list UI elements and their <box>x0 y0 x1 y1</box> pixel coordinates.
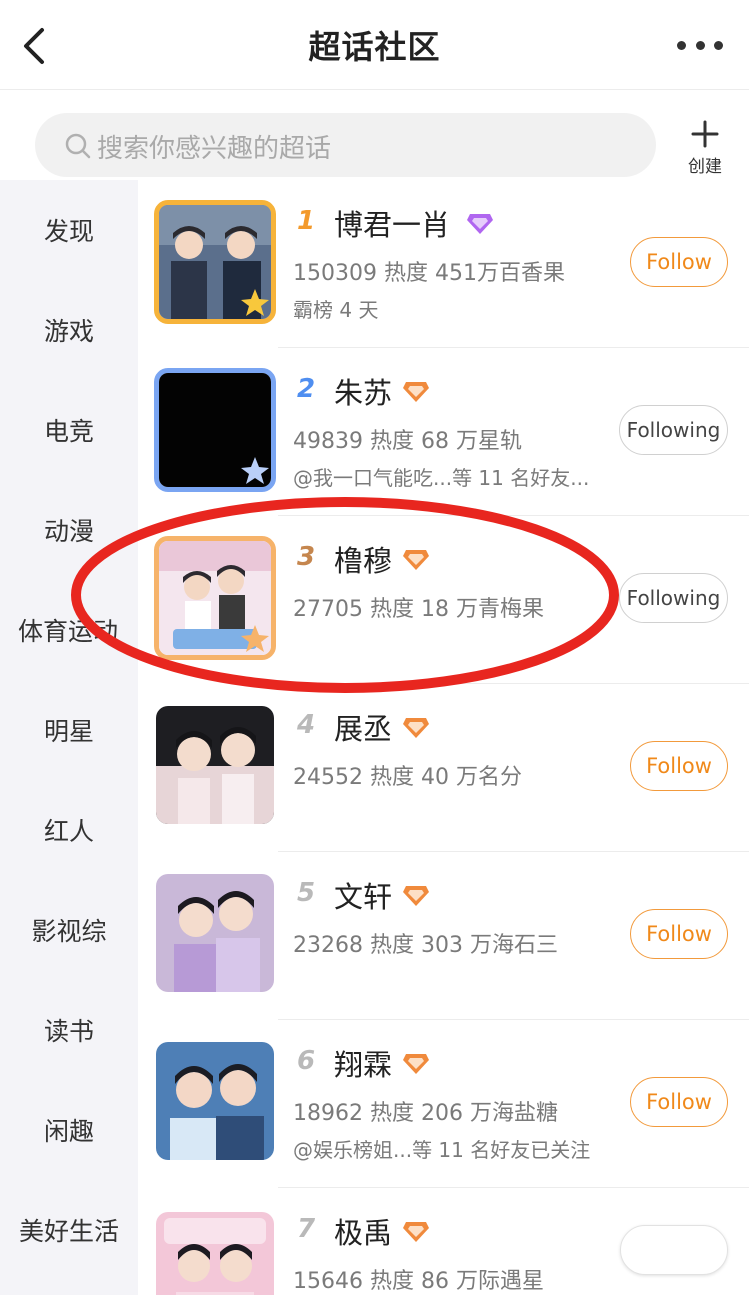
rank-number: 6 <box>296 1046 316 1076</box>
supertopic-list: 1 博君一肖 150309 热度 451万百香果 霸榜 4 天 Follow 2… <box>138 180 749 1295</box>
rank-number: 4 <box>296 710 316 740</box>
topic-stats: 150309 热度 451万百香果 <box>293 261 565 286</box>
list-item[interactable]: 1 博君一肖 150309 热度 451万百香果 霸榜 4 天 Follow <box>138 180 749 348</box>
topic-subtext: @娱乐榜姐...等 11 名好友已关注 <box>293 1138 591 1162</box>
topic-avatar <box>154 368 276 492</box>
topic-stats: 23268 热度 303 万海石三 <box>293 933 558 958</box>
sidebar-item-lifestyle[interactable]: 美好生活 <box>0 1180 138 1280</box>
list-item[interactable]: 6 翔霖 18962 热度 206 万海盐糖 @娱乐榜姐...等 11 名好友已… <box>138 1020 749 1188</box>
following-button[interactable]: Following <box>619 405 728 455</box>
topic-avatar <box>156 1212 274 1295</box>
sidebar-item-esports[interactable]: 电竞 <box>0 380 138 480</box>
following-button[interactable]: Following <box>619 573 728 623</box>
topic-name: 橹穆 <box>334 544 393 578</box>
rank-number: 5 <box>296 878 316 908</box>
page-title: 超话社区 <box>308 28 441 66</box>
topic-subtext: @我一口气能吃...等 11 名好友... <box>293 466 590 490</box>
follow-button[interactable]: Follow <box>630 1077 728 1127</box>
diamond-badge-icon <box>403 1054 429 1074</box>
diamond-badge-icon <box>403 382 429 402</box>
topic-stats: 18962 热度 206 万海盐糖 <box>293 1101 558 1126</box>
category-sidebar: 发现 游戏 电竞 动漫 体育运动 明星 红人 影视综 读书 闲趣 美好生活 <box>0 180 138 1295</box>
list-item[interactable]: 7 极禹 15646 热度 86 万际遇星 <box>138 1188 749 1295</box>
diamond-badge-icon <box>403 886 429 906</box>
search-input[interactable]: 搜索你感兴趣的超话 <box>35 113 656 177</box>
follow-button[interactable]: Follow <box>630 909 728 959</box>
diamond-badge-icon <box>467 214 493 234</box>
list-item[interactable]: 5 文轩 23268 热度 303 万海石三 Follow <box>138 852 749 1020</box>
create-label: 创建 <box>688 157 722 177</box>
topic-stats: 24552 热度 40 万名分 <box>293 765 522 790</box>
diamond-badge-icon <box>403 718 429 738</box>
sidebar-item-sports[interactable]: 体育运动 <box>0 580 138 680</box>
following-button[interactable] <box>620 1225 728 1275</box>
sidebar-item-film-tv[interactable]: 影视综 <box>0 880 138 980</box>
create-button[interactable]: 创建 <box>682 118 728 177</box>
list-item[interactable]: 3 橹穆 27705 热度 18 万青梅果 Following <box>138 516 749 684</box>
sidebar-item-influencers[interactable]: 红人 <box>0 780 138 880</box>
topic-name: 文轩 <box>334 880 393 914</box>
sidebar-item-leisure[interactable]: 闲趣 <box>0 1080 138 1180</box>
topic-subtext: 霸榜 4 天 <box>293 298 379 322</box>
rank-number: 2 <box>296 374 316 404</box>
sidebar-item-discover[interactable]: 发现 <box>0 180 138 280</box>
rank-number: 3 <box>296 542 316 572</box>
more-dots-icon[interactable] <box>677 38 723 52</box>
sidebar-item-games[interactable]: 游戏 <box>0 280 138 380</box>
topic-name: 朱苏 <box>334 376 393 410</box>
rank-number: 7 <box>296 1214 316 1244</box>
topic-avatar <box>154 200 276 324</box>
diamond-badge-icon <box>403 1222 429 1242</box>
sidebar-item-stars[interactable]: 明星 <box>0 680 138 780</box>
follow-button[interactable]: Follow <box>630 237 728 287</box>
plus-icon <box>691 120 719 148</box>
follow-button[interactable]: Follow <box>630 741 728 791</box>
topic-avatar <box>156 706 274 824</box>
topic-avatar <box>156 1042 274 1160</box>
list-item[interactable]: 2 朱苏 49839 热度 68 万星轨 @我一口气能吃...等 11 名好友.… <box>138 348 749 516</box>
top-nav-bar: 超话社区 <box>0 0 749 90</box>
search-placeholder: 搜索你感兴趣的超话 <box>97 134 332 164</box>
sidebar-item-reading[interactable]: 读书 <box>0 980 138 1080</box>
topic-stats: 15646 热度 86 万际遇星 <box>293 1269 544 1294</box>
list-item[interactable]: 4 展丞 24552 热度 40 万名分 Follow <box>138 684 749 852</box>
topic-avatar <box>154 536 276 660</box>
topic-name: 翔霖 <box>334 1048 393 1082</box>
topic-avatar <box>156 874 274 992</box>
topic-name: 极禹 <box>334 1216 393 1250</box>
search-icon <box>65 133 91 159</box>
rank-number: 1 <box>296 206 316 236</box>
topic-stats: 49839 热度 68 万星轨 <box>293 429 522 454</box>
topic-name: 展丞 <box>334 712 393 746</box>
topic-stats: 27705 热度 18 万青梅果 <box>293 597 544 622</box>
topic-name: 博君一肖 <box>334 208 451 242</box>
sidebar-item-anime[interactable]: 动漫 <box>0 480 138 580</box>
diamond-badge-icon <box>403 550 429 570</box>
